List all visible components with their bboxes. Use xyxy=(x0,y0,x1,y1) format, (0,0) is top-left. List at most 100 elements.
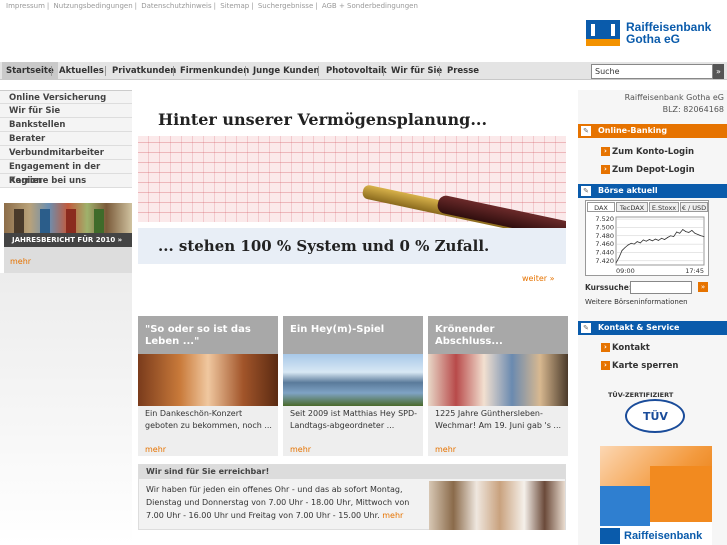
concert-photo xyxy=(138,354,278,406)
chart-point xyxy=(682,229,684,230)
hero-banner[interactable]: Hinter unserer Vermögensplanung... ... s… xyxy=(138,92,566,264)
opening-hours-box: Wir sind für Sie erreichbar! Wir haben f… xyxy=(138,464,566,530)
chart-y-tick-label: 7.520 xyxy=(595,215,614,223)
group-photo xyxy=(428,354,568,406)
kontakt-link[interactable]: › Kontakt xyxy=(601,343,650,353)
nav-firmenkunden[interactable]: Firmenkunden xyxy=(176,62,253,80)
dax-chart-svg: 7.5207.5007.4807.4607.4407.42009:00 17:45 xyxy=(595,215,705,275)
chart-tab-eur-usd[interactable]: € / USD xyxy=(680,202,708,212)
link-suchergebnisse[interactable]: Suchergebnisse xyxy=(258,2,313,10)
annual-report-teaser[interactable]: JAHRESBERICHT FÜR 2010 » xyxy=(4,203,132,247)
chart-point xyxy=(642,239,644,241)
teaser-more-link[interactable]: mehr xyxy=(435,445,456,454)
chart-point xyxy=(636,241,638,243)
kurssuche-input[interactable] xyxy=(630,281,692,294)
chart-point xyxy=(624,247,626,248)
nav-presse[interactable]: Presse xyxy=(443,62,483,80)
chart-point xyxy=(652,240,653,242)
depot-login-link[interactable]: › Zum Depot-Login xyxy=(601,165,695,175)
weitere-boerseninfo-link[interactable]: Weitere Börseninformationen xyxy=(585,298,688,306)
chart-point xyxy=(658,239,659,241)
nav-privatkunden[interactable]: Privatkunden xyxy=(108,62,180,80)
teaser-title: "So oder so ist das Leben ..." xyxy=(138,316,278,354)
sidebar-item-verbundmitarbeiter[interactable]: Verbundmitarbeiter xyxy=(0,146,132,160)
chart-point xyxy=(685,231,687,233)
chart-point xyxy=(648,239,650,240)
sidebar-item-online-versicherung[interactable]: Online Versicherung xyxy=(0,90,132,104)
kurssuche-button[interactable]: » xyxy=(698,282,708,292)
utility-links: Impressum | Nutzungsbedingungen | Datensch… xyxy=(6,2,418,10)
search-button[interactable]: » xyxy=(713,64,724,79)
teaser-hey-spiel[interactable]: Ein Hey(m)-Spiel Seit 2009 ist Matthias … xyxy=(283,316,423,456)
tuv-seal-icon: TÜV xyxy=(625,399,685,433)
nav-startseite[interactable]: Startseite xyxy=(2,62,58,80)
chart-point xyxy=(655,238,656,240)
chart-point xyxy=(618,257,620,258)
search-input[interactable] xyxy=(591,64,713,79)
chart-y-tick-label: 7.420 xyxy=(595,257,614,265)
nav-photovoltaik[interactable]: Photovoltaik xyxy=(322,62,391,80)
opening-hours-more-link[interactable]: mehr xyxy=(382,511,403,520)
banner-weiter-link[interactable]: weiter » xyxy=(522,274,554,283)
link-impressum[interactable]: Impressum xyxy=(6,2,45,10)
link-datenschutz[interactable]: Datenschutzhinweis xyxy=(141,2,211,10)
teaser-more-link[interactable]: mehr xyxy=(290,445,311,454)
link-sitemap[interactable]: Sitemap xyxy=(220,2,249,10)
bank-logo[interactable]: Raiffeisenbank Gotha eG xyxy=(586,20,720,46)
chart-tab-tecdax[interactable]: TecDAX xyxy=(616,202,648,212)
opening-hours-text: Wir haben für jeden ein offenes Ohr - un… xyxy=(146,485,410,520)
chart-point xyxy=(633,243,635,245)
stock-chart: DAX TecDAX E.Stoxx € / USD 7.520 7.500 7.4… xyxy=(585,200,709,276)
annual-report-more-link[interactable]: mehr xyxy=(4,247,132,273)
chart-y-tick-label: 7.500 xyxy=(595,223,614,231)
kontakt-service-heading: ✎ Kontakt & Service xyxy=(578,321,727,335)
chart-point xyxy=(639,242,641,244)
nav-aktuelles[interactable]: Aktuelles xyxy=(55,62,108,80)
raiffeisen-ad[interactable]: Raiffeisenbank xyxy=(600,446,712,545)
pencil-icon: ✎ xyxy=(581,323,591,333)
annual-report-caption: JAHRESBERICHT FÜR 2010 » xyxy=(4,233,132,247)
arrow-right-icon: › xyxy=(601,361,610,370)
teaser-abschluss[interactable]: Krönender Abschluss... 1225 Jahre Günthe… xyxy=(428,316,568,456)
teaser-text: 1225 Jahre Günthersleben-Wechmar! Am 19.… xyxy=(435,409,562,430)
banner-headline: Hinter unserer Vermögensplanung... xyxy=(158,110,488,129)
link-nutzungsbedingungen[interactable]: Nutzungsbedingungen xyxy=(54,2,133,10)
teaser-more-link[interactable]: mehr xyxy=(145,445,166,454)
arrow-right-icon: › xyxy=(601,343,610,352)
sidebar-item-bankstellen[interactable]: Bankstellen xyxy=(0,118,132,132)
banner-subline: ... stehen 100 % System und 0 % Zufall. xyxy=(158,237,490,255)
chart-point xyxy=(630,242,632,244)
chart-y-tick-label: 7.440 xyxy=(595,248,614,256)
sidebar-item-engagement[interactable]: Engagement in der Region xyxy=(0,160,132,186)
bank-info: Raiffeisenbank Gotha eG BLZ: 82064168 xyxy=(580,92,724,116)
doors-image xyxy=(4,203,132,233)
nav-junge-kunden[interactable]: Junge Kunden xyxy=(249,62,324,80)
tuv-text: TÜV-ZERTIFIZIERT xyxy=(608,391,674,399)
chart-plot-area xyxy=(615,216,705,266)
chart-point xyxy=(676,231,678,233)
teaser-text: Seit 2009 ist Matthias Hey SPD-Landtags-… xyxy=(290,409,418,430)
ad-logo-text: Raiffeisenbank xyxy=(624,530,703,542)
arrow-right-icon: › xyxy=(601,165,610,174)
sidebar-item-karriere[interactable]: Karriere bei uns xyxy=(0,174,132,188)
building-photo xyxy=(283,354,423,406)
chart-tab-estoxx[interactable]: E.Stoxx xyxy=(649,202,679,212)
pencil-icon: ✎ xyxy=(581,186,591,196)
konto-login-link[interactable]: › Zum Konto-Login xyxy=(601,147,694,157)
chart-tab-dax[interactable]: DAX xyxy=(587,202,615,212)
nav-wir-fuer-sie[interactable]: Wir für Sie xyxy=(387,62,446,80)
link-agb[interactable]: AGB + Sonderbedingungen xyxy=(322,2,418,10)
chart-point xyxy=(670,235,672,237)
tuv-certificate[interactable]: TÜV-ZERTIFIZIERT TÜV xyxy=(600,390,706,436)
sidebar-nav: Online Versicherung Wir für Sie Bankstel… xyxy=(0,90,132,188)
chart-y-tick-label: 7.460 xyxy=(595,240,614,248)
bank-name: Raiffeisenbank Gotha eG xyxy=(624,93,724,102)
chart-point xyxy=(700,235,702,237)
sidebar-item-berater[interactable]: Berater xyxy=(0,132,132,146)
karte-sperren-link[interactable]: › Karte sperren xyxy=(601,361,678,371)
chart-point xyxy=(664,239,665,240)
sidebar-item-wir-fuer-sie[interactable]: Wir für Sie xyxy=(0,104,132,118)
online-banking-heading: ✎ Online-Banking xyxy=(578,124,727,138)
teaser-konzert[interactable]: "So oder so ist das Leben ..." Ein Danke… xyxy=(138,316,278,456)
teaser-text: Ein Dankeschön-Konzert geboten zu bekomm… xyxy=(145,409,272,430)
